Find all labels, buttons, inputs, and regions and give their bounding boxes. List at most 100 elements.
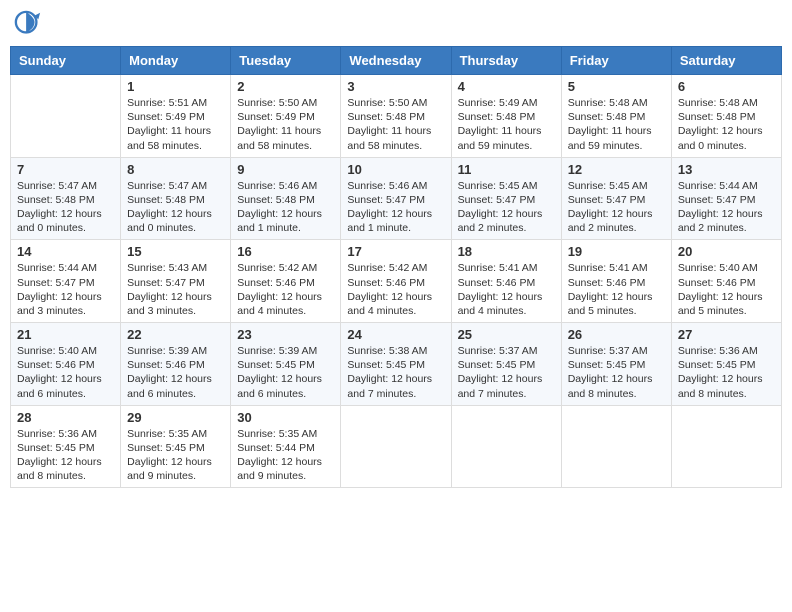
col-header-sunday: Sunday [11,47,121,75]
day-info: Sunrise: 5:51 AMSunset: 5:49 PMDaylight:… [127,96,224,153]
calendar-cell [561,405,671,488]
calendar-cell: 26 Sunrise: 5:37 AMSunset: 5:45 PMDayligh… [561,323,671,406]
day-number: 12 [568,162,665,177]
day-info: Sunrise: 5:48 AMSunset: 5:48 PMDaylight:… [568,96,665,153]
day-info: Sunrise: 5:44 AMSunset: 5:47 PMDaylight:… [17,261,114,318]
day-number: 11 [458,162,555,177]
calendar-cell: 4 Sunrise: 5:49 AMSunset: 5:48 PMDaylight… [451,75,561,158]
calendar-cell: 1 Sunrise: 5:51 AMSunset: 5:49 PMDaylight… [121,75,231,158]
day-info: Sunrise: 5:50 AMSunset: 5:48 PMDaylight:… [347,96,444,153]
day-info: Sunrise: 5:48 AMSunset: 5:48 PMDaylight:… [678,96,775,153]
day-number: 24 [347,327,444,342]
day-number: 17 [347,244,444,259]
day-number: 19 [568,244,665,259]
day-info: Sunrise: 5:38 AMSunset: 5:45 PMDaylight:… [347,344,444,401]
logo [14,10,46,38]
col-header-monday: Monday [121,47,231,75]
day-number: 20 [678,244,775,259]
day-number: 28 [17,410,114,425]
day-info: Sunrise: 5:36 AMSunset: 5:45 PMDaylight:… [678,344,775,401]
day-number: 13 [678,162,775,177]
col-header-wednesday: Wednesday [341,47,451,75]
calendar-cell [451,405,561,488]
day-number: 23 [237,327,334,342]
day-info: Sunrise: 5:46 AMSunset: 5:48 PMDaylight:… [237,179,334,236]
day-info: Sunrise: 5:44 AMSunset: 5:47 PMDaylight:… [678,179,775,236]
day-number: 22 [127,327,224,342]
day-info: Sunrise: 5:41 AMSunset: 5:46 PMDaylight:… [458,261,555,318]
calendar-cell: 30Sunrise: 5:35 AMSunset: 5:44 PMDayligh… [231,405,341,488]
calendar-cell: 27 Sunrise: 5:36 AMSunset: 5:45 PMDayligh… [671,323,781,406]
calendar-cell: 16 Sunrise: 5:42 AMSunset: 5:46 PMDayligh… [231,240,341,323]
calendar-cell: 12 Sunrise: 5:45 AMSunset: 5:47 PMDayligh… [561,157,671,240]
day-info: Sunrise: 5:42 AMSunset: 5:46 PMDaylight:… [237,261,334,318]
day-number: 21 [17,327,114,342]
day-info: Sunrise: 5:50 AMSunset: 5:49 PMDaylight:… [237,96,334,153]
day-info: Sunrise: 5:46 AMSunset: 5:47 PMDaylight:… [347,179,444,236]
day-info: Sunrise: 5:40 AMSunset: 5:46 PMDaylight:… [17,344,114,401]
day-number: 27 [678,327,775,342]
calendar-cell: 2 Sunrise: 5:50 AMSunset: 5:49 PMDaylight… [231,75,341,158]
calendar-cell: 20 Sunrise: 5:40 AMSunset: 5:46 PMDayligh… [671,240,781,323]
day-info: Sunrise: 5:41 AMSunset: 5:46 PMDaylight:… [568,261,665,318]
day-info: Sunrise: 5:35 AMSunset: 5:44 PMDaylight:… [237,427,334,484]
col-header-thursday: Thursday [451,47,561,75]
day-info: Sunrise: 5:47 AMSunset: 5:48 PMDaylight:… [127,179,224,236]
day-number: 16 [237,244,334,259]
calendar-cell: 24 Sunrise: 5:38 AMSunset: 5:45 PMDayligh… [341,323,451,406]
day-info: Sunrise: 5:45 AMSunset: 5:47 PMDaylight:… [458,179,555,236]
calendar-cell: 14Sunrise: 5:44 AMSunset: 5:47 PMDayligh… [11,240,121,323]
calendar-cell: 5 Sunrise: 5:48 AMSunset: 5:48 PMDaylight… [561,75,671,158]
day-number: 26 [568,327,665,342]
calendar-cell: 25 Sunrise: 5:37 AMSunset: 5:45 PMDayligh… [451,323,561,406]
col-header-saturday: Saturday [671,47,781,75]
day-number: 6 [678,79,775,94]
calendar-week-row: 28 Sunrise: 5:36 AMSunset: 5:45 PMDayligh… [11,405,782,488]
calendar-cell: 21 Sunrise: 5:40 AMSunset: 5:46 PMDayligh… [11,323,121,406]
calendar-cell: 22 Sunrise: 5:39 AMSunset: 5:46 PMDayligh… [121,323,231,406]
day-number: 15 [127,244,224,259]
day-info: Sunrise: 5:36 AMSunset: 5:45 PMDaylight:… [17,427,114,484]
calendar-week-row: 7 Sunrise: 5:47 AMSunset: 5:48 PMDaylight… [11,157,782,240]
day-info: Sunrise: 5:42 AMSunset: 5:46 PMDaylight:… [347,261,444,318]
calendar-cell: 6 Sunrise: 5:48 AMSunset: 5:48 PMDaylight… [671,75,781,158]
day-number: 1 [127,79,224,94]
day-info: Sunrise: 5:45 AMSunset: 5:47 PMDaylight:… [568,179,665,236]
day-number: 8 [127,162,224,177]
calendar-cell: 8 Sunrise: 5:47 AMSunset: 5:48 PMDaylight… [121,157,231,240]
day-number: 18 [458,244,555,259]
day-info: Sunrise: 5:35 AMSunset: 5:45 PMDaylight:… [127,427,224,484]
calendar-cell: 3 Sunrise: 5:50 AMSunset: 5:48 PMDaylight… [341,75,451,158]
calendar-cell: 7 Sunrise: 5:47 AMSunset: 5:48 PMDaylight… [11,157,121,240]
calendar-cell: 13 Sunrise: 5:44 AMSunset: 5:47 PMDayligh… [671,157,781,240]
day-number: 29 [127,410,224,425]
day-info: Sunrise: 5:37 AMSunset: 5:45 PMDaylight:… [568,344,665,401]
day-number: 9 [237,162,334,177]
day-number: 5 [568,79,665,94]
day-number: 10 [347,162,444,177]
day-info: Sunrise: 5:47 AMSunset: 5:48 PMDaylight:… [17,179,114,236]
day-info: Sunrise: 5:49 AMSunset: 5:48 PMDaylight:… [458,96,555,153]
calendar-week-row: 1 Sunrise: 5:51 AMSunset: 5:49 PMDaylight… [11,75,782,158]
day-info: Sunrise: 5:40 AMSunset: 5:46 PMDaylight:… [678,261,775,318]
calendar-cell: 9 Sunrise: 5:46 AMSunset: 5:48 PMDaylight… [231,157,341,240]
day-number: 4 [458,79,555,94]
day-info: Sunrise: 5:39 AMSunset: 5:46 PMDaylight:… [127,344,224,401]
calendar-header-row: SundayMondayTuesdayWednesdayThursdayFrid… [11,47,782,75]
calendar-cell: 10 Sunrise: 5:46 AMSunset: 5:47 PMDayligh… [341,157,451,240]
page-header [10,10,782,38]
day-number: 25 [458,327,555,342]
day-number: 3 [347,79,444,94]
col-header-tuesday: Tuesday [231,47,341,75]
day-number: 7 [17,162,114,177]
calendar-cell: 11 Sunrise: 5:45 AMSunset: 5:47 PMDayligh… [451,157,561,240]
calendar-cell: 28 Sunrise: 5:36 AMSunset: 5:45 PMDayligh… [11,405,121,488]
day-number: 2 [237,79,334,94]
calendar-cell: 23 Sunrise: 5:39 AMSunset: 5:45 PMDayligh… [231,323,341,406]
calendar-cell: 15Sunrise: 5:43 AMSunset: 5:47 PMDayligh… [121,240,231,323]
calendar-table: SundayMondayTuesdayWednesdayThursdayFrid… [10,46,782,488]
calendar-cell [671,405,781,488]
day-info: Sunrise: 5:39 AMSunset: 5:45 PMDaylight:… [237,344,334,401]
logo-icon [14,10,42,38]
day-info: Sunrise: 5:37 AMSunset: 5:45 PMDaylight:… [458,344,555,401]
